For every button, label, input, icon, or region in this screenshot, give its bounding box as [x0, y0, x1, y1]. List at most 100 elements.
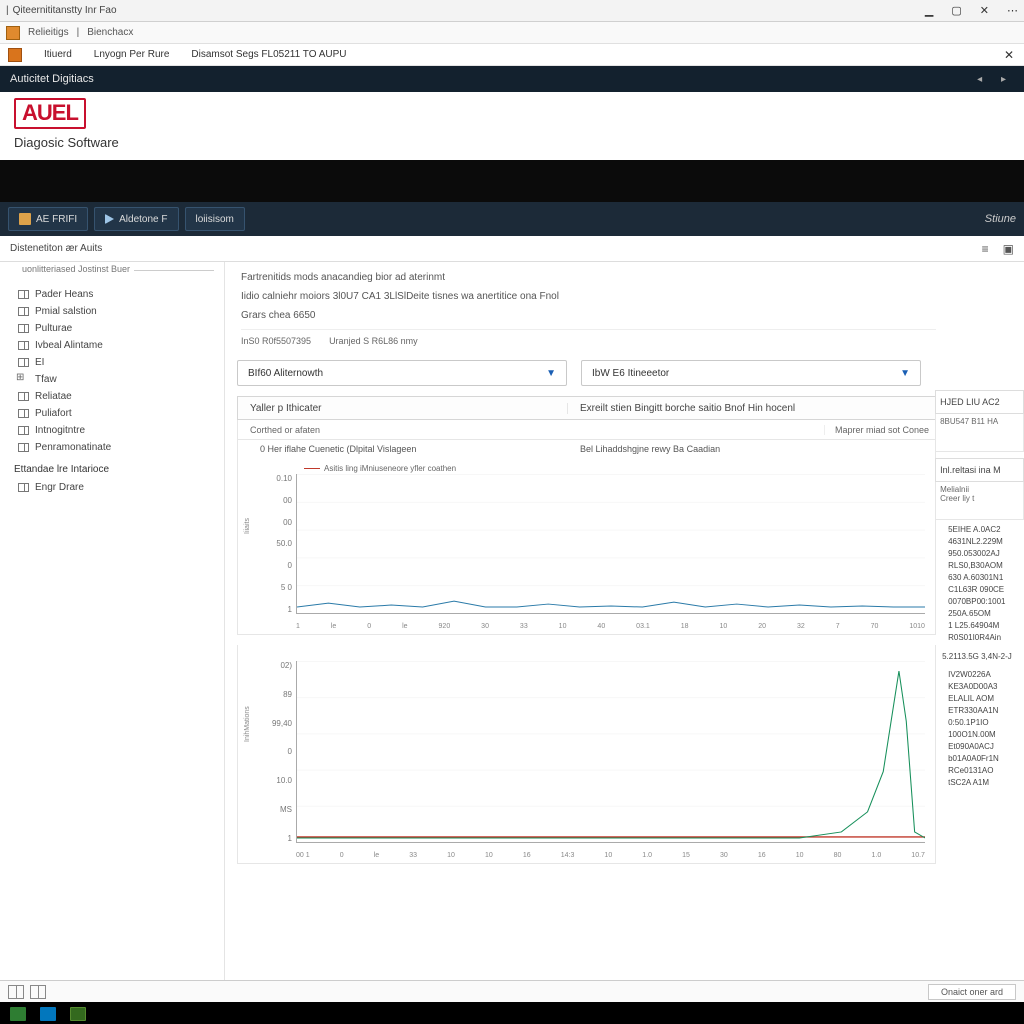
- statusbar-icon-1[interactable]: [8, 985, 24, 999]
- chart-1-legend: Asitis ling iMniuseneore yfler coathen: [304, 464, 456, 473]
- rightcol-panel2-header: Inl.reltasi ina M: [935, 458, 1024, 482]
- chart-2-ylabel: InihMations: [244, 706, 251, 742]
- window-titlebar: | Qiteernititanstty Inr Fao ▁ ▢ ✕ ⋯: [0, 0, 1024, 22]
- sidebar-item-7[interactable]: Puliafort: [0, 405, 224, 422]
- menu-app-icon: [8, 48, 22, 62]
- panel-row-3: 0 Her iflahe Cuenetic (Dlpital Vislageen…: [237, 440, 936, 458]
- panel-sub-left: Corthed or afaten: [238, 425, 824, 435]
- book-icon: [18, 392, 29, 401]
- subbar-divider: |: [77, 27, 80, 38]
- book-icon: [18, 426, 29, 435]
- book-icon: [18, 483, 29, 492]
- rightcol-codes-1: 5EIHE A.0AC24631NL2.229M950.053002AJRLS0…: [936, 520, 1024, 644]
- window-maximize-button[interactable]: ▢: [951, 4, 961, 17]
- main-area: uonlitteriased Jostinst Buer Pader Heans…: [0, 262, 1024, 980]
- chevron-down-icon: ▼: [900, 368, 910, 379]
- brand-subtitle: Diagosic Software: [14, 135, 1010, 150]
- toolbar-right-logo: Stiune: [985, 213, 1016, 225]
- app-header-dark: Auticitet Digitiacs ◂ ▸: [0, 66, 1024, 92]
- tab-strip: Distenetiton ær Auits ≡ ▣: [0, 236, 1024, 262]
- window-overflow-button[interactable]: ⋯: [1007, 4, 1018, 17]
- chart-1-yaxis: 0.10000050.005 01: [258, 474, 292, 614]
- layout-icon[interactable]: ≡: [982, 242, 989, 256]
- intro-meta-1: InS0 R0f5507395: [241, 336, 311, 346]
- taskbar-icon-2[interactable]: [40, 1007, 56, 1021]
- sidebar: uonlitteriased Jostinst Buer Pader Heans…: [0, 262, 225, 980]
- status-bar: Onaict oner ard: [0, 980, 1024, 1002]
- panel-header: Yaller p Ithicater Exreilt stien Bingitt…: [237, 396, 936, 420]
- chart-1-wrap: Asitis ling iMniuseneore yfler coathen I…: [237, 458, 936, 635]
- dropdown-2[interactable]: IbW E6 Itineeetor▼: [581, 360, 921, 386]
- book-icon: [18, 341, 29, 350]
- sidebar-item-5[interactable]: Tfaw: [0, 371, 224, 388]
- menu-strip: Itiuerd Lnyogn Per Rure Disamsot Segs FL…: [0, 44, 1024, 66]
- sidebar-item-3[interactable]: Ivbeal Alintame: [0, 337, 224, 354]
- rightcol-separator-text: 5.2113.5G 3,4N-2-J: [942, 652, 1024, 661]
- menu-item-1[interactable]: Itiuerd: [44, 49, 72, 60]
- chart-1-plot: [296, 474, 925, 614]
- panel-header-left: Yaller p Ithicater: [238, 403, 568, 414]
- dropdown-1[interactable]: BIf60 Aliternowth▼: [237, 360, 567, 386]
- book-icon: [18, 443, 29, 452]
- taskbar: [0, 1002, 1024, 1024]
- toolbar-btn-2[interactable]: Aldetone F: [94, 207, 178, 231]
- chart-2-plot: [296, 661, 925, 843]
- sidebar-item-4[interactable]: EI: [0, 354, 224, 371]
- toolbar-btn-3[interactable]: loiisisom: [185, 207, 245, 231]
- window-title: Qiteernititanstty Inr Fao: [13, 5, 117, 16]
- expand-icon[interactable]: ▣: [1003, 242, 1014, 256]
- sub-toolbar: Relieitigs | Bienchacx: [0, 22, 1024, 44]
- book-icon: [18, 409, 29, 418]
- chart-2-xaxis: 00 10le3310101614:3101.015301610801.010.…: [296, 852, 925, 859]
- chart-2-wrap: InihMations 02)8999,40010.0MS1 00 10le33…: [237, 645, 936, 864]
- sidebar-item-8[interactable]: Intnogitntre: [0, 422, 224, 439]
- panel-header-right: Exreilt stien Bingitt borche saitio Bnof…: [568, 403, 935, 414]
- book-icon: [18, 290, 29, 299]
- subbar-item-1[interactable]: Relieitigs: [28, 27, 69, 38]
- intro-block: Fartrenitids mods anacandieg bior ad ate…: [237, 270, 936, 348]
- menu-item-3[interactable]: Disamsot Segs FL05211 TO AUPU: [191, 49, 346, 60]
- tab-active[interactable]: Distenetiton ær Auits: [10, 243, 102, 254]
- statusbar-icon-2[interactable]: [30, 985, 46, 999]
- dark-strip: [0, 160, 1024, 202]
- menu-item-2[interactable]: Lnyogn Per Rure: [94, 49, 170, 60]
- intro-line-2: Iidio calniehr moiors 3l0U7 CA1 3LlSlDei…: [241, 291, 936, 302]
- right-column: HJED LIU AC2 8BU547 B11 HA Inl.reltasi i…: [936, 270, 1024, 980]
- brand-logo: AUEL: [14, 98, 86, 129]
- window-minimize-button[interactable]: ▁: [925, 4, 933, 17]
- tree-expand-icon: [18, 375, 29, 384]
- sidebar-item-2[interactable]: Pulturae: [0, 320, 224, 337]
- intro-meta-2: Uranjed S R6L86 nmy: [329, 336, 418, 346]
- taskbar-icon-1[interactable]: [10, 1007, 26, 1021]
- sidebar-item-1[interactable]: Pmial salstion: [0, 303, 224, 320]
- book-icon: [18, 358, 29, 367]
- sidebar-item-6[interactable]: Reliatae: [0, 388, 224, 405]
- book-icon: [18, 324, 29, 333]
- intro-line-1: Fartrenitids mods anacandieg bior ad ate…: [241, 272, 936, 283]
- statusbar-right-button[interactable]: Onaict oner ard: [928, 984, 1016, 1000]
- sidebar-item-9[interactable]: Penramonatinate: [0, 439, 224, 456]
- rightcol-header: HJED LIU AC2: [935, 390, 1024, 414]
- chart-1-ylabel: Iiiaits: [244, 518, 251, 534]
- sidebar-heading-2: Ettandae lre Intarioce: [0, 456, 224, 479]
- main-toolbar: AE FRIFI Aldetone F loiisisom Stiune: [0, 202, 1024, 236]
- panel-sub-right: Maprer miad sot Conee: [824, 425, 935, 435]
- header-nav-arrows[interactable]: ◂ ▸: [977, 74, 1014, 85]
- app-icon: [6, 26, 20, 40]
- sidebar-item-b0[interactable]: Engr Drare: [0, 479, 224, 496]
- inner-close-button[interactable]: ✕: [1004, 48, 1014, 62]
- window-close-button[interactable]: ✕: [980, 4, 989, 17]
- chart-2-yaxis: 02)8999,40010.0MS1: [258, 661, 292, 843]
- title-prefix: |: [6, 5, 9, 16]
- sidebar-group-label: uonlitteriased Jostinst Buer: [18, 270, 214, 280]
- chart-1-xaxis: 1le0le9203033104003.1181020327701010: [296, 623, 925, 630]
- content-area: Fartrenitids mods anacandieg bior ad ate…: [225, 262, 1024, 980]
- rightcol-panel2-sub: Melialnii Creer liy t: [935, 482, 1024, 520]
- subbar-item-2[interactable]: Bienchacx: [87, 27, 133, 38]
- book-icon: [18, 307, 29, 316]
- sidebar-item-0[interactable]: Pader Heans: [0, 286, 224, 303]
- toolbar-btn-1[interactable]: AE FRIFI: [8, 207, 88, 231]
- taskbar-icon-3[interactable]: [70, 1007, 86, 1021]
- app-header-title: Auticitet Digitiacs: [10, 73, 94, 85]
- panel-subheader: Corthed or afaten Maprer miad sot Conee: [237, 420, 936, 440]
